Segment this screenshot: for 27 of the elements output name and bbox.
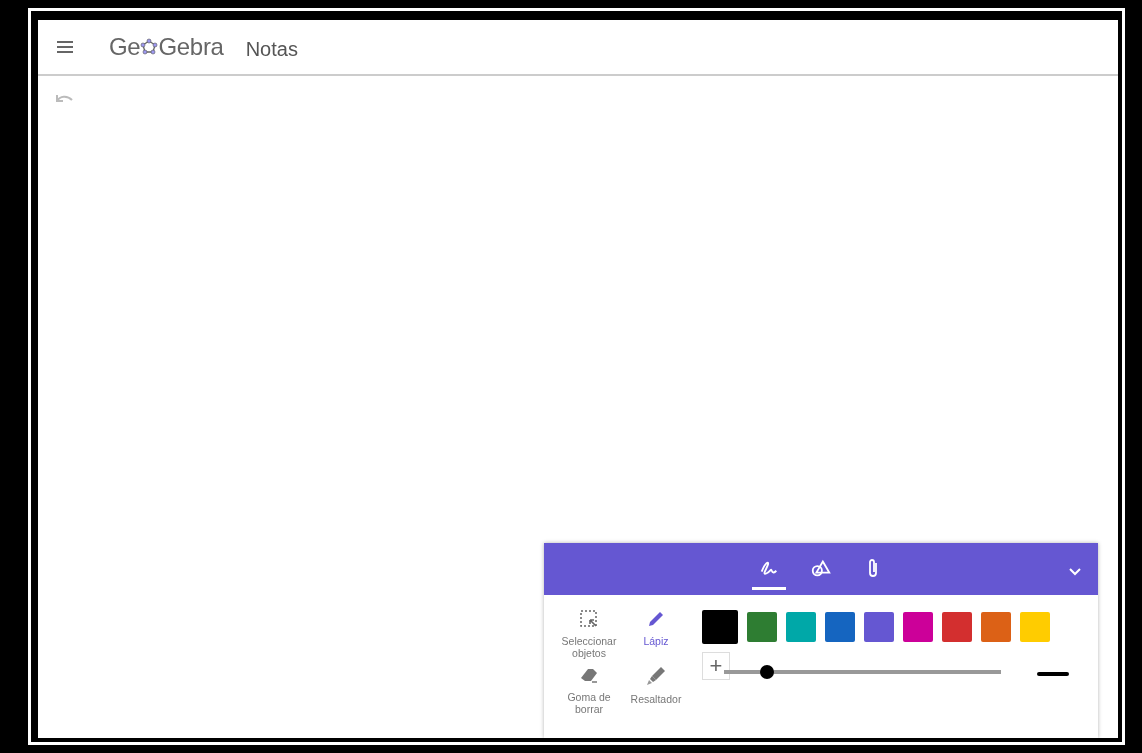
stroke-preview [1037,672,1069,676]
color-swatch[interactable] [747,612,777,642]
slider-thumb[interactable] [759,664,774,679]
color-swatch[interactable] [702,610,738,644]
color-swatch[interactable] [786,612,816,642]
pencil-icon [646,609,666,629]
tool-button[interactable]: Goma de borrar [554,665,624,715]
pentagon-logo-icon [140,38,159,56]
color-swatch[interactable] [825,612,855,642]
logo-text: Ge [109,33,141,61]
app-title: Notas [245,36,298,61]
paperclip-icon [866,557,880,579]
tool-button[interactable]: Resaltador [624,665,688,715]
color-swatch[interactable] [942,612,972,642]
marker-icon [645,665,667,687]
menu-icon[interactable] [56,40,74,54]
color-swatch[interactable] [981,612,1011,642]
color-swatch[interactable] [864,612,894,642]
tool-button[interactable]: Lápiz [624,609,688,659]
logo-text: Gebra [158,33,224,61]
color-swatch[interactable] [1020,612,1050,642]
selection-icon [579,609,599,629]
shapes-icon [810,558,832,578]
chevron-down-icon[interactable] [1068,567,1082,577]
color-swatch[interactable] [903,612,933,642]
tool-button[interactable]: Seleccionar objetos [554,609,624,659]
undo-icon[interactable] [54,92,74,104]
